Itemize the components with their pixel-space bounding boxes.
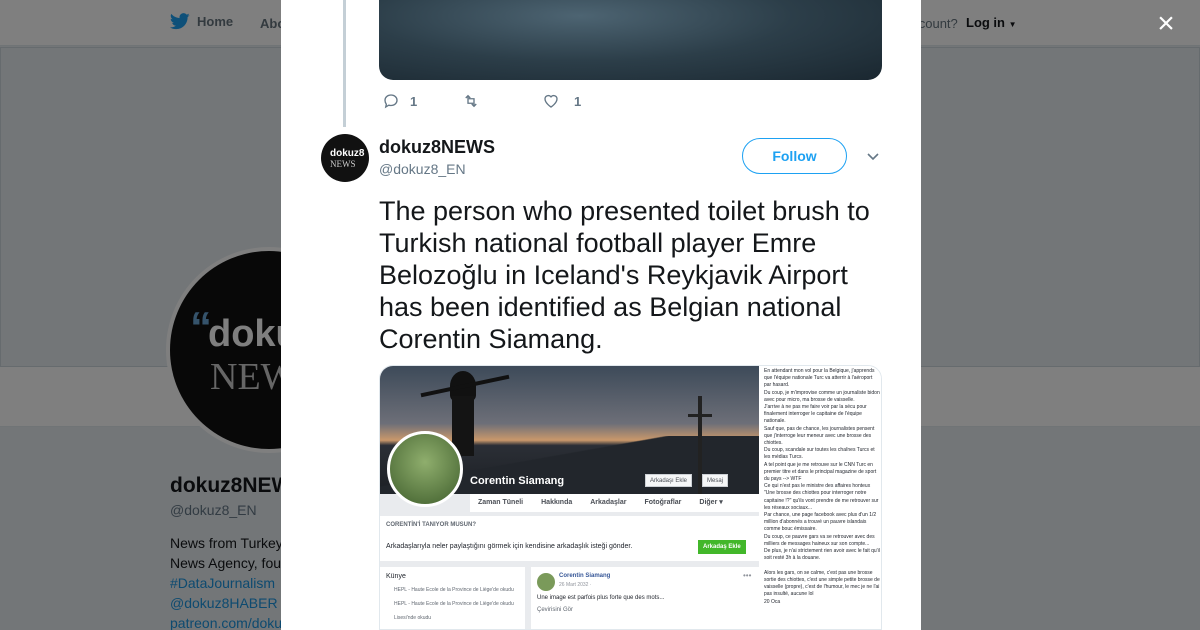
previous-tweet-media[interactable]	[379, 0, 882, 80]
fb-tab: Diğer ▾	[699, 499, 723, 506]
fb-note-text-panel: En attendant mon vol pour la Belgique, j…	[761, 366, 881, 629]
fb-know-card: CORENTİN'İ TANIYOR MUSUN? Arkadaşlarıyla…	[380, 516, 759, 561]
reply-button[interactable]: 1	[382, 92, 462, 110]
reply-count: 1	[410, 93, 418, 109]
fb-tab: Arkadaşlar	[590, 499, 627, 506]
like-button[interactable]: 1	[542, 92, 622, 110]
close-icon[interactable]: ×	[1152, 9, 1180, 39]
fb-post-text: Une image est parfois plus forte que des…	[537, 595, 665, 601]
tweet-permalink-modal: 1 1 dokuz8 NEWS dokuz8NEWS @dokuz8_EN Fo…	[281, 0, 921, 630]
logo-text-bottom: NEWS	[330, 159, 356, 169]
fb-intro-item: HEPL - Haute Ecole de la Province de Liè…	[394, 587, 514, 593]
thread-connector-line	[343, 0, 346, 127]
fb-post-avatar	[537, 573, 555, 591]
cover-cross-bar	[688, 414, 712, 417]
tweet-author-avatar[interactable]: dokuz8 NEWS	[321, 134, 369, 182]
fb-know-prompt: Arkadaşlarıyla neler paylaştığını görmek…	[386, 543, 633, 550]
fb-intro-heading: Künye	[386, 573, 406, 580]
fb-post-translate: Çevirisini Gör	[537, 607, 574, 613]
fb-add-friend-button: Arkadaşı Ekle	[645, 474, 693, 487]
fb-know-question: CORENTİN'İ TANIYOR MUSUN?	[386, 522, 476, 528]
retweet-icon	[465, 94, 477, 108]
chevron-down-icon[interactable]	[865, 148, 881, 164]
fb-note-text: En attendant mon vol pour la Belgique, j…	[764, 368, 880, 605]
fb-post-card: Corentin Siamang 26 Mart 2032 · Une imag…	[531, 567, 759, 629]
fb-post-meta: 26 Mart 2032 ·	[559, 582, 592, 588]
heart-icon	[544, 94, 558, 108]
logo-text-top: dokuz8	[330, 148, 365, 159]
retweet-button[interactable]	[462, 92, 542, 110]
fb-tab: Hakkında	[541, 499, 573, 506]
fb-tab: Fotoğraflar	[644, 499, 682, 506]
fb-intro-item: Lisesi'nde okudu	[394, 615, 432, 621]
fb-profile-tabs: Zaman Tüneli Hakkında Arkadaşlar Fotoğra…	[470, 494, 759, 512]
more-dots-icon: •••	[743, 571, 752, 580]
facebook-profile-screenshot: Corentin Siamang Arkadaşı Ekle Mesaj Zam…	[380, 366, 759, 629]
fb-intro-item: HEPL - Haute Ecole de la Province de Liè…	[394, 601, 514, 607]
fb-intro-card: Künye HEPL - Haute Ecole de la Province …	[380, 567, 525, 629]
tweet-author-name[interactable]: dokuz8NEWS	[379, 137, 495, 158]
fb-post-author: Corentin Siamang	[559, 573, 611, 579]
reply-icon	[384, 94, 398, 109]
follow-button[interactable]: Follow	[742, 138, 847, 174]
tweet-image[interactable]: Corentin Siamang Arkadaşı Ekle Mesaj Zam…	[379, 365, 882, 630]
fb-profile-name: Corentin Siamang	[470, 475, 565, 487]
like-count: 1	[574, 93, 582, 109]
tweet-text: The person who presented toilet brush to…	[379, 196, 870, 354]
tweet-author-handle[interactable]: @dokuz8_EN	[379, 161, 466, 177]
fb-tab: Zaman Tüneli	[478, 499, 524, 506]
fb-message-button: Mesaj	[702, 474, 729, 487]
profile-picture	[387, 431, 463, 507]
previous-tweet-actions: 1 1	[382, 92, 622, 110]
fb-add-friend-cta: Arkadaş Ekle	[698, 540, 746, 554]
